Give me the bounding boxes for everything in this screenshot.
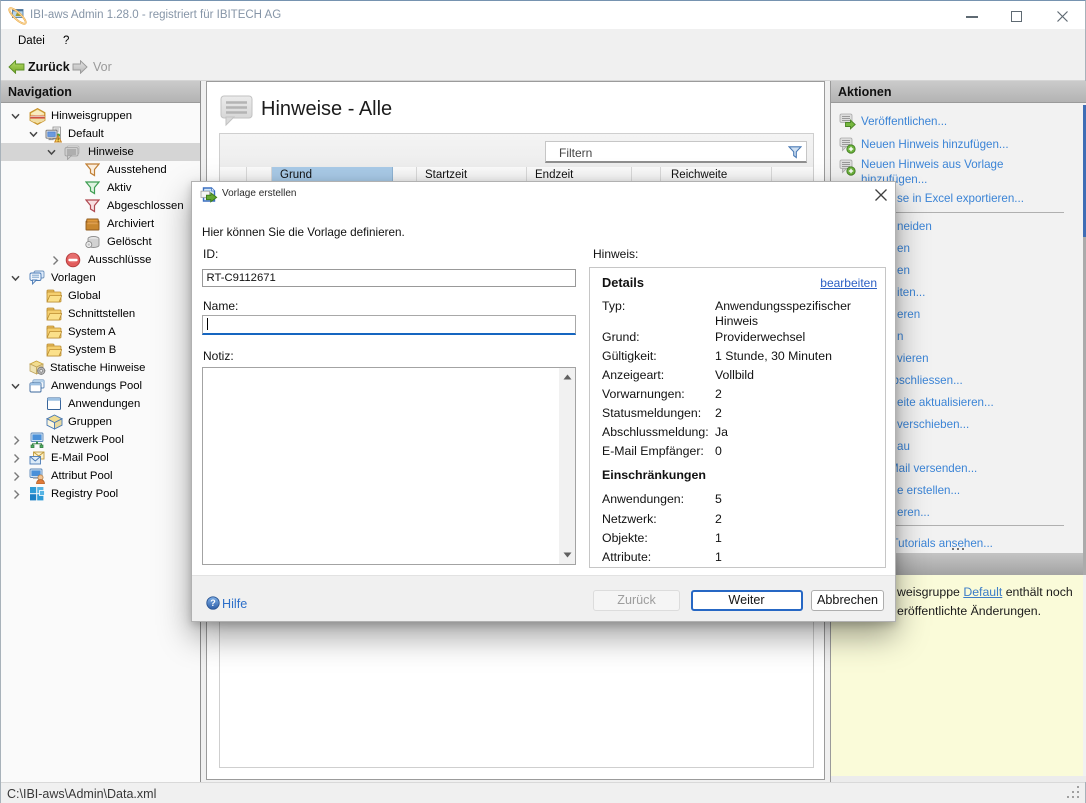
svg-text:?: ? bbox=[210, 598, 216, 608]
